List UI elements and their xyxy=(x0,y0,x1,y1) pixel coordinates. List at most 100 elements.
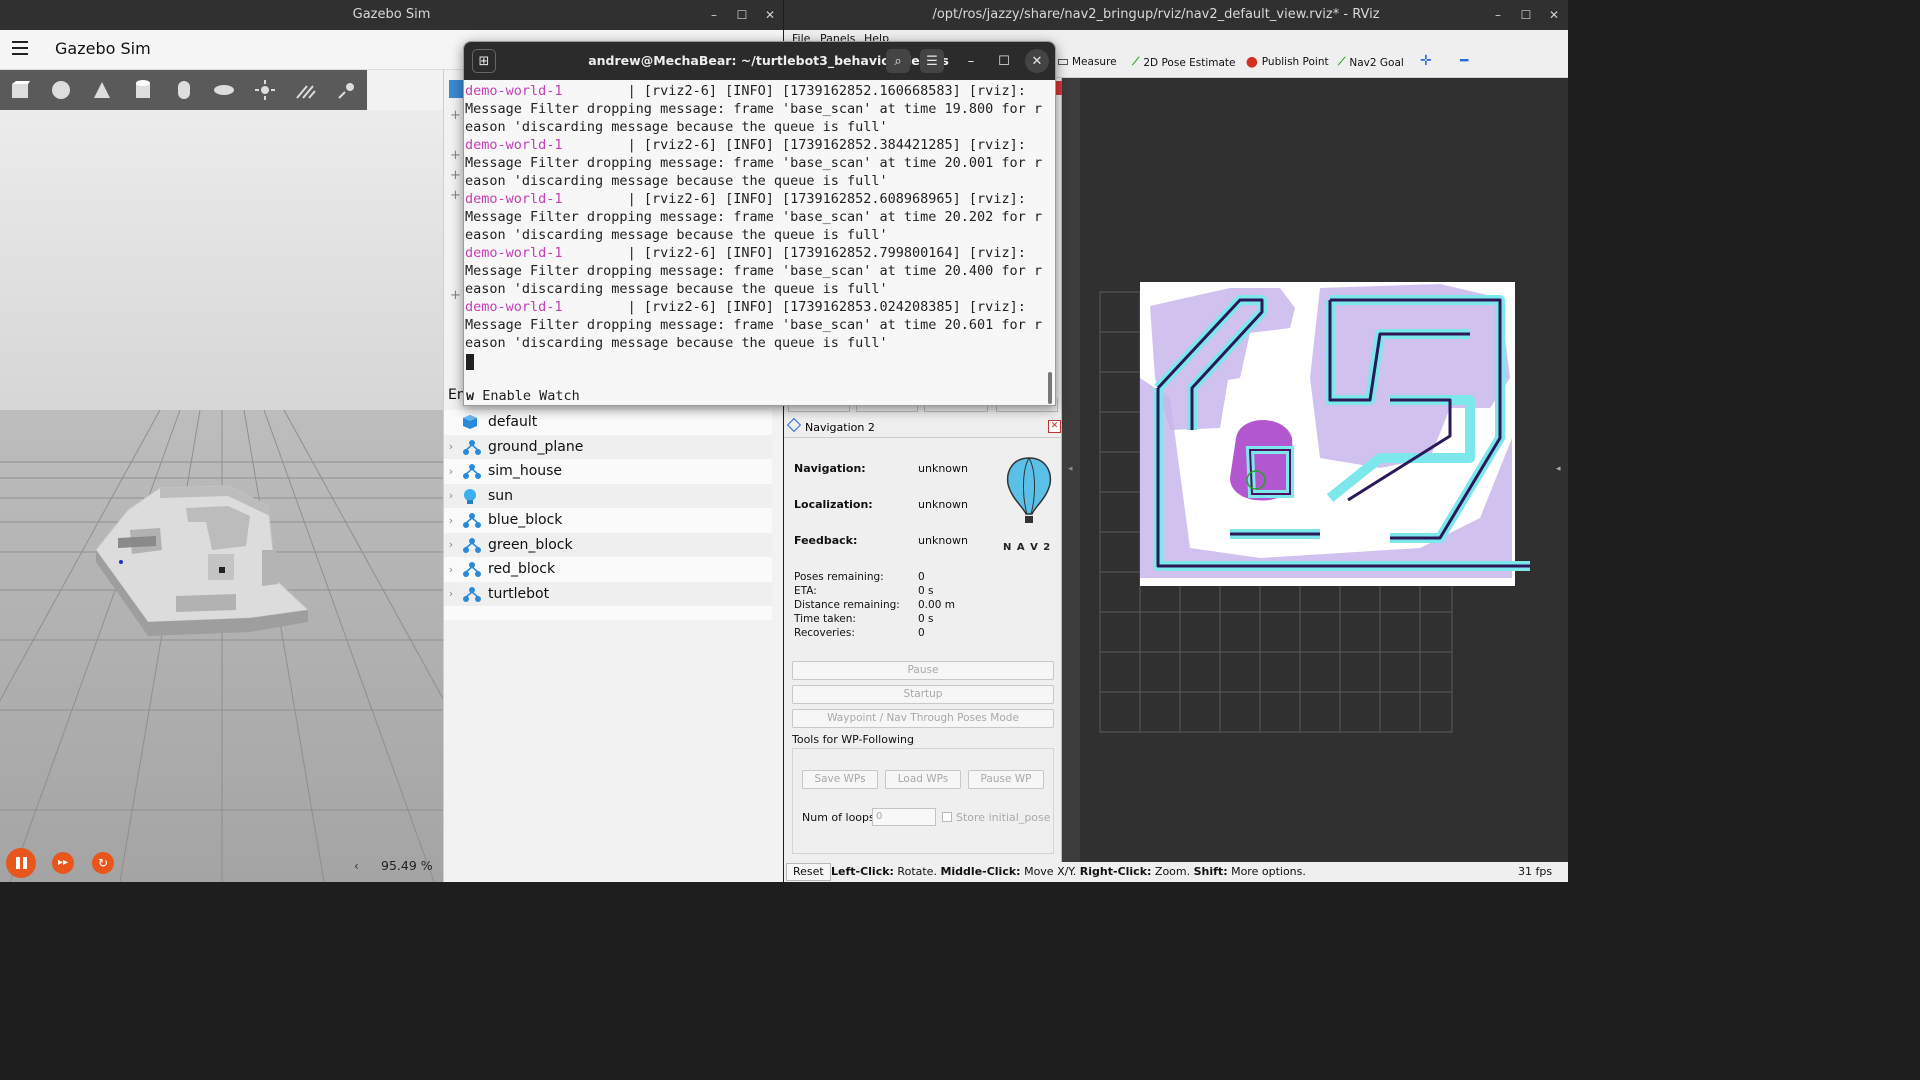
terminal-cursor xyxy=(466,354,474,370)
collapse-stats-icon[interactable]: ‹ xyxy=(354,859,359,873)
rviz-window-controls: – ☐ ✕ xyxy=(1484,0,1568,30)
save-wps-button[interactable]: Save WPs xyxy=(802,770,878,789)
step-forward-button[interactable]: ▸▸ xyxy=(52,852,74,874)
minimize-icon[interactable]: – xyxy=(959,49,983,73)
navigation2-panel: Navigation 2 ✕ Navigation: unknown Local… xyxy=(784,416,1062,862)
terminal-line: demo-world-1 | [rviz2-6] [INFO] [1739162… xyxy=(465,82,1047,100)
publish-point-tool[interactable]: ⬤ Publish Point xyxy=(1246,56,1329,68)
expand-chevron-icon[interactable]: › xyxy=(444,514,458,527)
nav-stat-value: 0.00 m xyxy=(918,599,955,611)
close-panel-icon[interactable]: ✕ xyxy=(1048,420,1061,433)
ellipsoid-shape-icon[interactable] xyxy=(204,70,245,110)
nav2-balloon-logo-icon xyxy=(1004,456,1054,532)
sun-light-icon[interactable] xyxy=(245,70,286,110)
expand-right-icon[interactable]: ◂ xyxy=(1556,464,1561,474)
pose-estimate-tool[interactable]: ⟋ 2D Pose Estimate xyxy=(1132,56,1236,69)
entity-tree-item[interactable]: default xyxy=(444,410,772,435)
pause-wp-button[interactable]: Pause WP xyxy=(968,770,1044,789)
entity-tree-item[interactable]: › blue_block xyxy=(444,508,772,533)
terminal-line: Message Filter dropping message: frame '… xyxy=(465,100,1047,118)
store-initial-pose-checkbox[interactable] xyxy=(942,812,952,822)
close-icon[interactable]: ✕ xyxy=(1540,8,1568,22)
nav-stat-value: 0 s xyxy=(918,613,934,625)
measure-tool[interactable]: Measure xyxy=(1058,56,1117,68)
maximize-icon[interactable]: ☐ xyxy=(992,49,1016,73)
expand-chevron-icon[interactable]: › xyxy=(444,465,458,478)
store-initial-pose-label: Store initial_pose xyxy=(956,811,1051,824)
cone-shape-icon[interactable] xyxy=(82,70,123,110)
expand-chevron-icon[interactable]: › xyxy=(444,440,458,453)
navigation-value: unknown xyxy=(918,462,968,475)
waypoint-mode-button[interactable]: Waypoint / Nav Through Poses Mode xyxy=(792,709,1054,728)
terminal-line: eason 'discarding message because the qu… xyxy=(465,118,1047,136)
log-text: Message Filter dropping message: frame '… xyxy=(465,317,1043,333)
entity-tree-item[interactable]: › sun xyxy=(444,483,772,508)
log-text: Message Filter dropping message: frame '… xyxy=(465,155,1043,171)
terminal-line: Message Filter dropping message: frame '… xyxy=(465,154,1047,172)
tree-expanders[interactable]: + + + + + xyxy=(450,106,461,306)
fps-counter: 31 fps xyxy=(1518,865,1553,878)
log-text: | [rviz2-6] [INFO] [1739162852.799800164… xyxy=(562,245,1026,261)
directional-light-icon[interactable] xyxy=(285,70,326,110)
localization-value: unknown xyxy=(918,498,968,511)
minimize-icon[interactable]: – xyxy=(700,8,728,22)
load-wps-button[interactable]: Load WPs xyxy=(885,770,961,789)
terminal-line: demo-world-1 | [rviz2-6] [INFO] [1739162… xyxy=(465,190,1047,208)
entity-tree-item[interactable]: › red_block xyxy=(444,557,772,582)
remove-tool-icon[interactable]: ━ xyxy=(1460,53,1468,69)
log-source-prefix: demo-world-1 xyxy=(465,299,563,315)
real-time-factor: 95.49 % xyxy=(381,858,433,873)
maximize-icon[interactable]: ☐ xyxy=(728,8,756,22)
expand-chevron-icon[interactable]: › xyxy=(444,538,458,551)
hamburger-menu-icon[interactable] xyxy=(12,41,28,55)
nav2-goal-tool[interactable]: ⟋ Nav2 Goal xyxy=(1338,56,1404,69)
expand-chevron-icon[interactable]: › xyxy=(444,587,458,600)
log-text: Message Filter dropping message: frame '… xyxy=(465,101,1043,117)
log-source-prefix: demo-world-1 xyxy=(465,137,563,153)
entity-name: ground_plane xyxy=(488,438,584,455)
hamburger-menu-icon[interactable]: ☰ xyxy=(920,49,944,73)
panel-title: Navigation 2 xyxy=(805,421,875,434)
minimize-icon[interactable]: – xyxy=(1484,8,1512,22)
localization-label: Localization: xyxy=(794,498,873,511)
entity-tree-item[interactable]: › ground_plane xyxy=(444,434,772,459)
collapse-left-icon[interactable]: ◂ xyxy=(1068,464,1073,474)
pause-nav-button[interactable]: Pause xyxy=(792,661,1054,680)
startup-button[interactable]: Startup xyxy=(792,685,1054,704)
log-text: eason 'discarding message because the qu… xyxy=(465,119,888,135)
nav-stat-label: Recoveries: xyxy=(794,627,855,639)
expand-chevron-icon[interactable]: › xyxy=(444,489,458,502)
expand-chevron-icon[interactable]: › xyxy=(444,563,458,576)
panel-title-bar: Navigation 2 ✕ xyxy=(784,416,1062,438)
num-loops-input[interactable]: 0 xyxy=(872,808,936,826)
log-text: eason 'discarding message because the qu… xyxy=(465,173,888,189)
reset-simulation-button[interactable]: ↻ xyxy=(92,852,114,874)
reset-button[interactable]: Reset xyxy=(786,863,831,881)
spot-light-icon[interactable] xyxy=(326,70,367,110)
close-icon[interactable]: ✕ xyxy=(756,8,784,22)
nav2-panel-icon xyxy=(786,417,802,433)
entity-name: sun xyxy=(488,487,514,504)
pause-button[interactable] xyxy=(6,848,36,878)
terminal-output[interactable]: demo-world-1 | [rviz2-6] [INFO] [1739162… xyxy=(464,80,1047,405)
terminal-scrollbar[interactable] xyxy=(1048,372,1052,404)
entity-tree-item[interactable]: › sim_house xyxy=(444,459,772,484)
log-text: | [rviz2-6] [INFO] [1739162852.608968965… xyxy=(562,191,1026,207)
capsule-shape-icon[interactable] xyxy=(163,70,204,110)
cylinder-shape-icon[interactable] xyxy=(122,70,163,110)
ruler-icon xyxy=(1058,59,1068,65)
sphere-shape-icon[interactable] xyxy=(41,70,82,110)
map-view[interactable]: ◂ ◂ xyxy=(1068,78,1568,862)
box-shape-icon[interactable] xyxy=(0,70,41,110)
terminal-line: Message Filter dropping message: frame '… xyxy=(465,316,1047,334)
search-icon[interactable]: ⌕ xyxy=(886,49,910,73)
log-text: Message Filter dropping message: frame '… xyxy=(465,263,1043,279)
entity-tree-item[interactable]: › green_block xyxy=(444,532,772,557)
3d-scene-view[interactable]: ▸▸ ↻ ‹ 95.49 % xyxy=(0,110,545,883)
add-tool-icon[interactable]: ✛ xyxy=(1420,53,1432,69)
maximize-icon[interactable]: ☐ xyxy=(1512,8,1540,22)
model-icon xyxy=(462,512,482,529)
close-icon[interactable]: ✕ xyxy=(1025,49,1049,73)
entity-name: red_block xyxy=(488,561,556,578)
entity-tree-item[interactable]: › turtlebot xyxy=(444,581,772,606)
